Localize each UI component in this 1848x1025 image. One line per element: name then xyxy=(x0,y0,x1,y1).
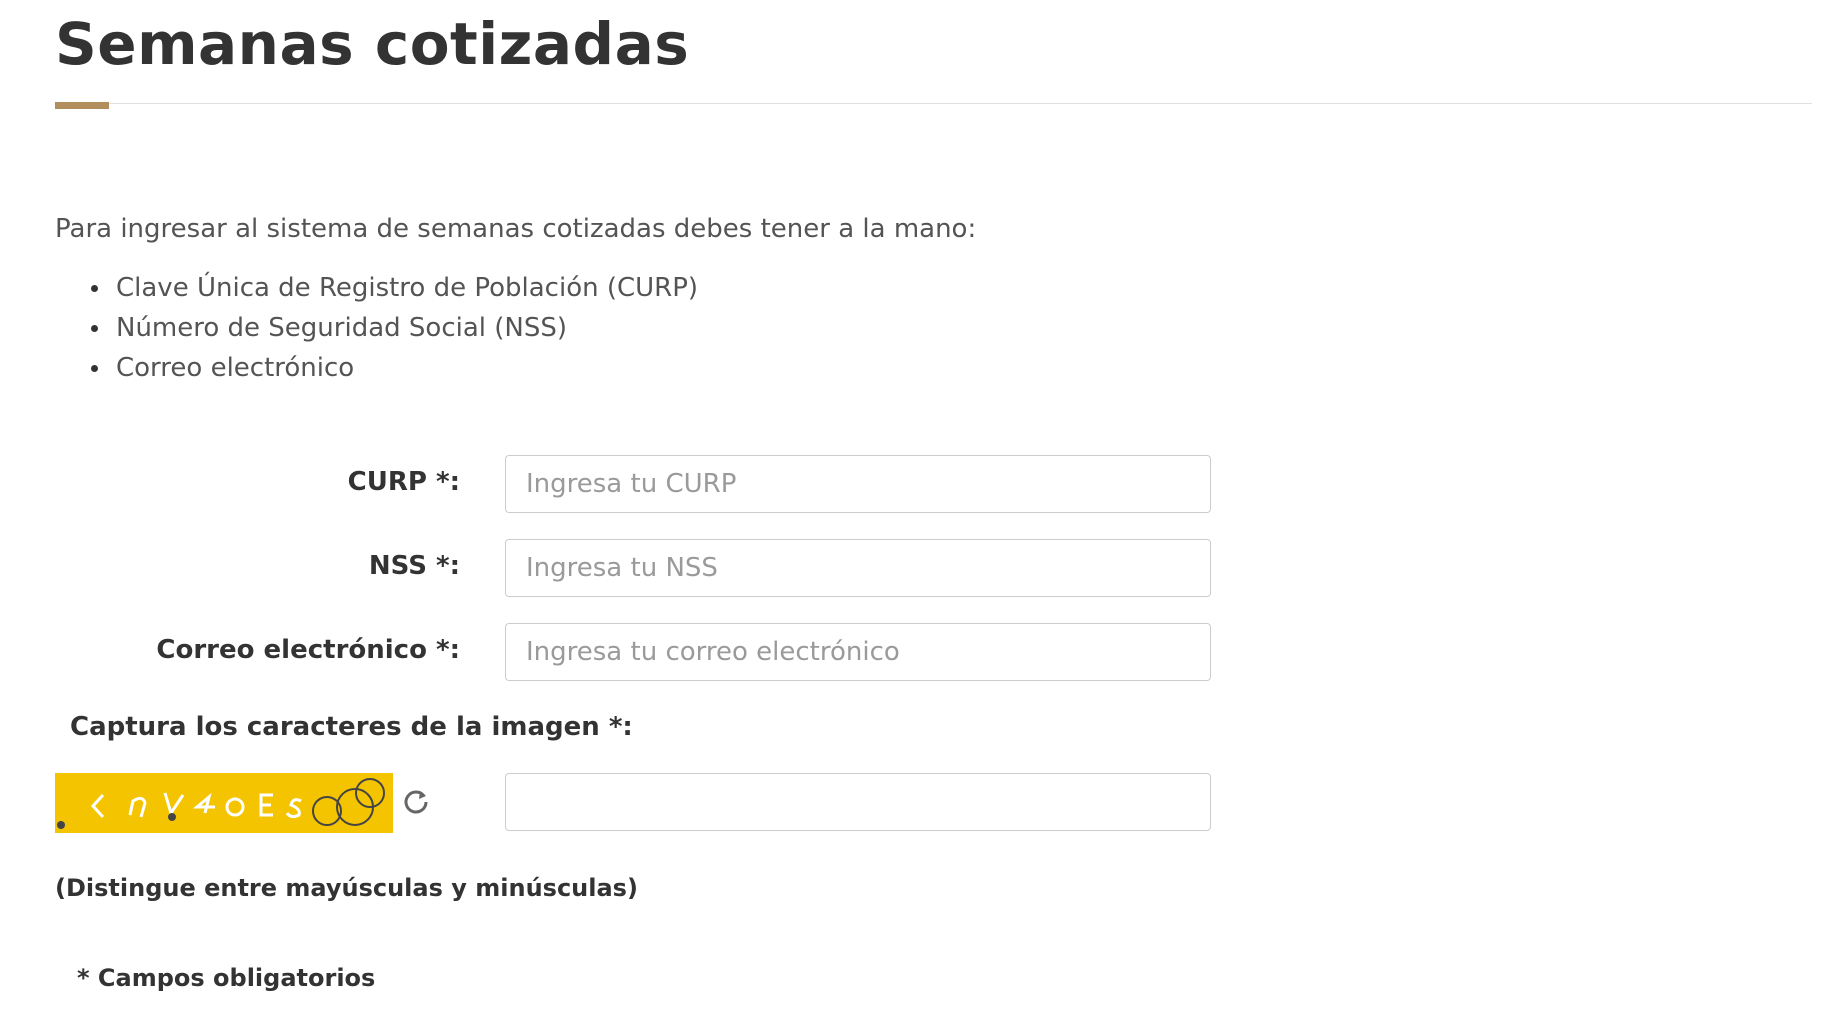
curp-input[interactable] xyxy=(505,455,1211,513)
captcha-image xyxy=(55,773,393,833)
case-sensitivity-note: (Distingue entre mayúsculas y minúsculas… xyxy=(55,874,638,902)
email-input[interactable] xyxy=(505,623,1211,681)
intro-text: Para ingresar al sistema de semanas coti… xyxy=(55,214,977,244)
list-item: Número de Seguridad Social (NSS) xyxy=(55,308,698,348)
captcha-input[interactable] xyxy=(505,773,1211,831)
requirement-curp: Clave Única de Registro de Población (CU… xyxy=(116,273,699,303)
email-label: Correo electrónico *: xyxy=(156,635,460,665)
bullet-icon xyxy=(91,365,98,372)
requirement-nss: Número de Seguridad Social (NSS) xyxy=(116,313,568,343)
requirements-list: Clave Única de Registro de Población (CU… xyxy=(55,268,698,388)
required-fields-note: * Campos obligatorios xyxy=(77,964,376,992)
list-item: Clave Única de Registro de Población (CU… xyxy=(55,268,698,308)
captcha-label: Captura los caracteres de la imagen *: xyxy=(70,712,633,742)
nss-input[interactable] xyxy=(505,539,1211,597)
nss-label: NSS *: xyxy=(368,551,460,581)
bullet-icon xyxy=(91,285,98,292)
refresh-icon[interactable] xyxy=(402,787,430,815)
curp-label: CURP *: xyxy=(347,467,460,497)
title-accent-bar xyxy=(55,102,109,109)
requirement-email: Correo electrónico xyxy=(116,353,355,383)
captcha-noise xyxy=(168,813,176,821)
bullet-icon xyxy=(91,325,98,332)
captcha-noise xyxy=(57,821,65,829)
title-divider xyxy=(55,103,1812,104)
page-title: Semanas cotizadas xyxy=(55,10,690,78)
list-item: Correo electrónico xyxy=(55,348,698,388)
captcha-background xyxy=(55,773,393,833)
